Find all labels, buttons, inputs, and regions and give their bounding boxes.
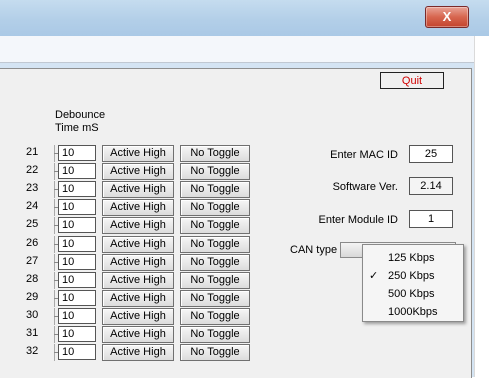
no-toggle-button[interactable]: No Toggle — [180, 290, 250, 307]
active-high-button[interactable]: Active High — [102, 326, 174, 343]
can-option-label: 500 Kbps — [388, 288, 435, 300]
can-option[interactable]: ✓ 250 Kbps — [363, 267, 463, 285]
debounce-input[interactable]: 10 — [58, 163, 96, 179]
no-toggle-button[interactable]: No Toggle — [180, 308, 250, 325]
module-id-input[interactable]: 1 — [409, 210, 453, 228]
no-toggle-button[interactable]: No Toggle — [180, 199, 250, 216]
debounce-input[interactable]: 10 — [58, 181, 96, 197]
debounce-input[interactable]: 10 — [58, 199, 96, 215]
can-type-dropdown: 125 Kbps ✓ 250 Kbps 500 Kbps 1000Kbps — [362, 244, 464, 322]
can-type-label: CAN type — [290, 244, 338, 256]
menu-strip — [0, 36, 474, 63]
close-button[interactable]: X — [425, 6, 469, 28]
active-high-button[interactable]: Active High — [102, 344, 174, 361]
debounce-input[interactable]: 10 — [58, 217, 96, 233]
no-toggle-button[interactable]: No Toggle — [180, 217, 250, 234]
row-number: 29 — [26, 291, 39, 303]
row-number: 26 — [26, 237, 39, 249]
no-toggle-button[interactable]: No Toggle — [180, 145, 250, 162]
active-high-button[interactable]: Active High — [102, 308, 174, 325]
debounce-column-header: Debounce Time mS — [55, 109, 105, 135]
no-toggle-button[interactable]: No Toggle — [180, 254, 250, 271]
debounce-input[interactable]: 10 — [58, 254, 96, 270]
close-icon: X — [442, 9, 452, 24]
no-toggle-button[interactable]: No Toggle — [180, 344, 250, 361]
row-number: 24 — [26, 200, 39, 212]
quit-button[interactable]: Quit — [380, 72, 444, 89]
debounce-input[interactable]: 10 — [58, 290, 96, 306]
debounce-input[interactable]: 10 — [58, 236, 96, 252]
can-option-label: 250 Kbps — [388, 270, 435, 282]
debounce-input[interactable]: 10 — [58, 308, 96, 324]
can-option-label: 125 Kbps — [388, 252, 435, 264]
module-id-label: Enter Module ID — [318, 214, 398, 226]
title-bar — [0, 0, 489, 36]
row-number: 23 — [26, 182, 39, 194]
row-number: 25 — [26, 218, 39, 230]
active-high-button[interactable]: Active High — [102, 272, 174, 289]
active-high-button[interactable]: Active High — [102, 199, 174, 216]
row-number: 21 — [26, 146, 39, 158]
can-option[interactable]: 125 Kbps — [363, 249, 463, 267]
active-high-button[interactable]: Active High — [102, 236, 174, 253]
software-version-value: 2.14 — [409, 177, 453, 195]
header-line-2: Time mS — [55, 122, 99, 134]
debounce-input[interactable]: 10 — [58, 145, 96, 161]
active-high-button[interactable]: Active High — [102, 254, 174, 271]
debounce-input[interactable]: 10 — [58, 272, 96, 288]
no-toggle-button[interactable]: No Toggle — [180, 236, 250, 253]
can-option[interactable]: 500 Kbps — [363, 285, 463, 303]
row-number: 28 — [26, 273, 39, 285]
active-high-button[interactable]: Active High — [102, 181, 174, 198]
software-version-label: Software Ver. — [332, 181, 398, 193]
no-toggle-button[interactable]: No Toggle — [180, 181, 250, 198]
debounce-input[interactable]: 10 — [58, 326, 96, 342]
no-toggle-button[interactable]: No Toggle — [180, 272, 250, 289]
row-number: 31 — [26, 327, 39, 339]
mac-id-label: Enter MAC ID — [330, 149, 398, 161]
header-line-1: Debounce — [55, 109, 106, 121]
row-number: 27 — [26, 255, 39, 267]
checkmark-icon: ✓ — [369, 270, 379, 282]
active-high-button[interactable]: Active High — [102, 290, 174, 307]
active-high-button[interactable]: Active High — [102, 145, 174, 162]
no-toggle-button[interactable]: No Toggle — [180, 326, 250, 343]
row-number: 22 — [26, 164, 39, 176]
row-number: 30 — [26, 309, 39, 321]
can-option[interactable]: 1000Kbps — [363, 303, 463, 321]
debounce-input[interactable]: 10 — [58, 344, 96, 360]
row-number: 32 — [26, 345, 39, 357]
vertical-scrollbar[interactable] — [474, 36, 489, 377]
no-toggle-button[interactable]: No Toggle — [180, 163, 250, 180]
active-high-button[interactable]: Active High — [102, 163, 174, 180]
mac-id-input[interactable]: 25 — [409, 145, 453, 163]
can-option-label: 1000Kbps — [388, 306, 438, 318]
active-high-button[interactable]: Active High — [102, 217, 174, 234]
